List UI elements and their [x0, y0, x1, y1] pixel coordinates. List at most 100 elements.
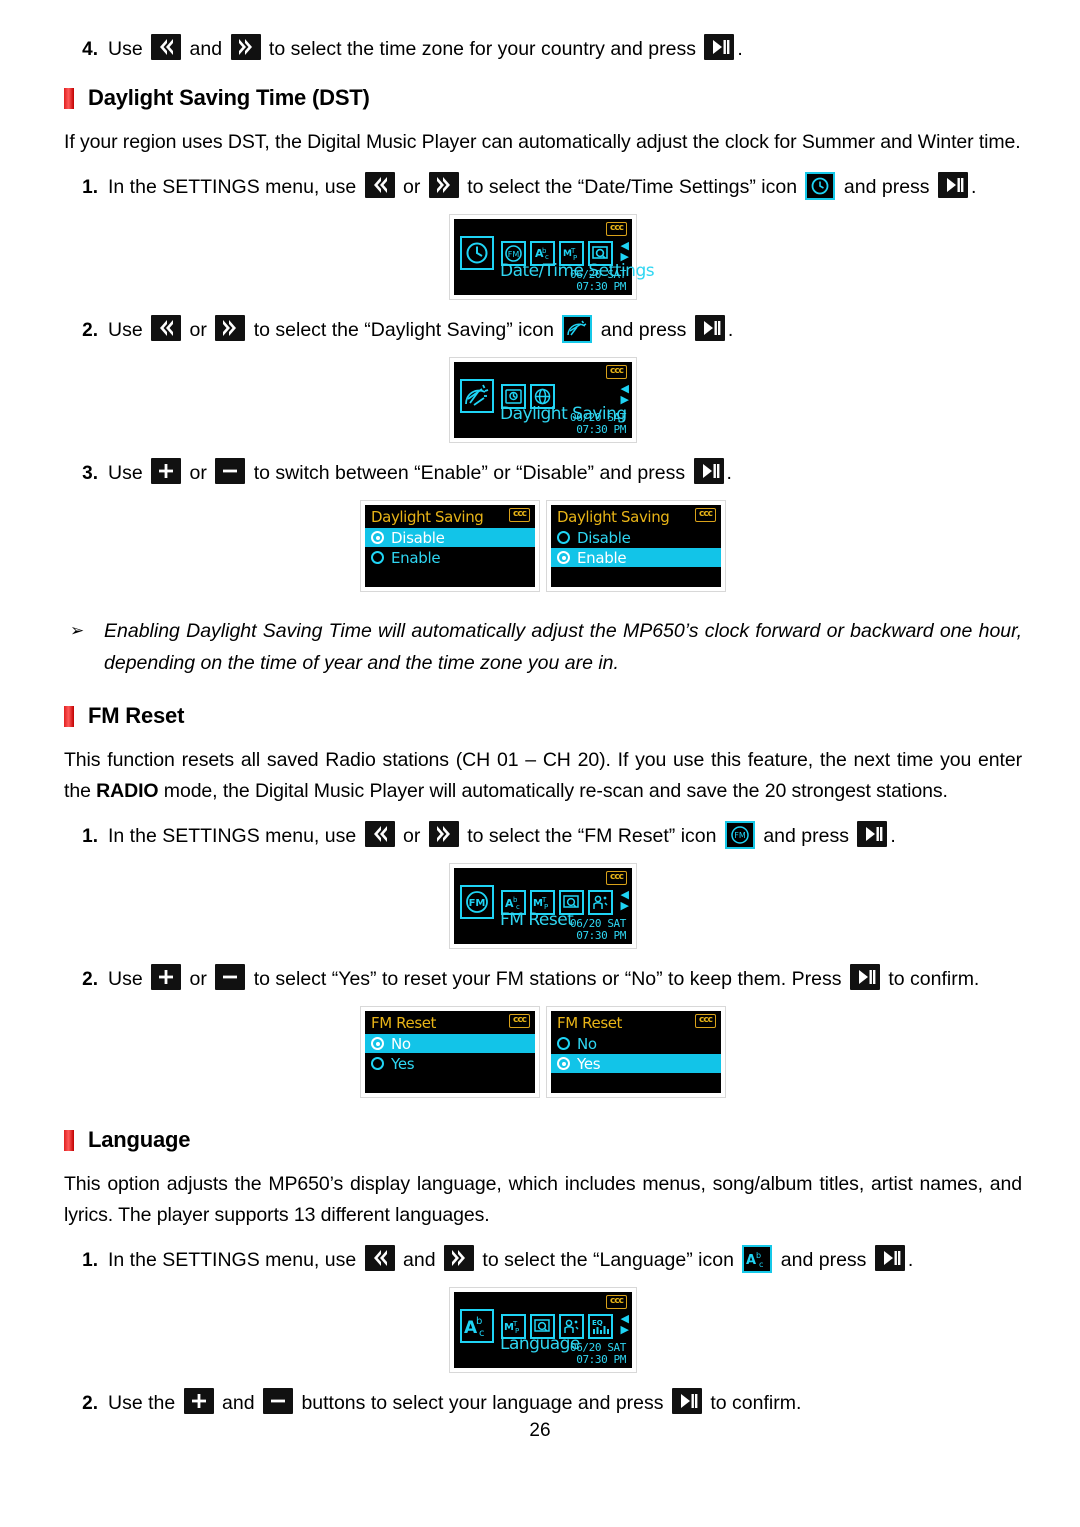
step-text: Use and to select the time zone for your… — [108, 34, 1022, 65]
cc-badge-icon: ccc — [695, 1014, 716, 1028]
step-text-part: Use — [108, 319, 143, 341]
step-number: 1. — [82, 177, 98, 198]
heading-daylight-saving: Daylight Saving Time (DST) — [64, 85, 1022, 111]
menu-datetime: 06/20 SAT 07:30 PM — [570, 412, 626, 436]
play-pause-icon — [694, 315, 725, 341]
list-item-label: No — [391, 1034, 411, 1053]
lcd-screen-language-menu: ccc Abc MTP EQ ◀ ▶ Language 06/20 SAT 07… — [449, 1287, 637, 1373]
lcd-title: Daylight Saving — [557, 508, 670, 526]
step-text-part: In the SETTINGS menu, use — [108, 825, 357, 847]
list-item-yes[interactable]: Yes — [551, 1054, 721, 1073]
paragraph-bold-radio: RADIO — [96, 780, 159, 802]
step-text-part: . — [726, 462, 732, 484]
radio-icon — [557, 1037, 570, 1050]
menu-time: 07:30 PM — [576, 929, 626, 942]
fm-icon: FM — [460, 885, 494, 919]
step-text: In the SETTINGS menu, use or to select t… — [108, 172, 1022, 203]
fm-icon: FM — [724, 821, 755, 849]
cc-badge-icon: ccc — [606, 365, 627, 379]
step-text-part: to confirm. — [888, 968, 980, 990]
paragraph-fm-reset-intro: This function resets all saved Radio sta… — [64, 745, 1022, 807]
list-item-enable[interactable]: Enable — [551, 548, 721, 567]
list-item-label: Yes — [391, 1054, 415, 1073]
svg-text:c: c — [759, 1260, 763, 1269]
step-text-part: to select the “FM Reset” icon — [467, 825, 717, 847]
step-text-part: to select the “Date/Time Settings” icon — [467, 176, 798, 198]
list-item-no[interactable]: No — [551, 1034, 721, 1053]
step-text-part: and press — [600, 319, 687, 341]
step-text-part: . — [907, 1249, 914, 1271]
step-text-part: . — [970, 176, 977, 198]
heading-text: Daylight Saving Time (DST) — [88, 85, 370, 110]
scroll-arrows-icon: ◀ ▶ — [620, 1313, 629, 1336]
svg-text:FM: FM — [469, 898, 486, 909]
red-bullet-icon — [64, 705, 74, 727]
paragraph-dst-intro: If your region uses DST, the Digital Mus… — [64, 131, 1021, 153]
step-text-part: to select the time zone for your country… — [268, 38, 696, 60]
step-text-part: Use the — [108, 1392, 176, 1414]
list-item-label: Yes — [577, 1054, 601, 1073]
radio-icon — [557, 531, 570, 544]
step-text-part: or — [189, 462, 207, 484]
list-item-no[interactable]: No — [365, 1034, 535, 1053]
svg-text:b: b — [756, 1251, 761, 1260]
scroll-arrows-icon: ◀ ▶ — [620, 240, 629, 263]
cc-badge-icon: ccc — [695, 508, 716, 522]
step-text-part: and press — [780, 1249, 867, 1271]
list-item-disable[interactable]: Disable — [551, 528, 721, 547]
rewind-icon — [364, 172, 395, 198]
step-timezone: 4. Use and to select the time zone for y… — [64, 34, 1022, 65]
list-item-label: No — [577, 1034, 597, 1053]
step-text-part: to confirm. — [710, 1392, 802, 1414]
menu-datetime: 06/20 SAT 07:30 PM — [570, 1342, 626, 1366]
abc-icon: Abc — [460, 1309, 494, 1343]
fast-forward-icon — [428, 172, 459, 198]
list-item-enable[interactable]: Enable — [365, 548, 535, 567]
step-text: Use or to select the “Daylight Saving” i… — [108, 315, 1022, 346]
eq-icon: EQ — [588, 1313, 613, 1339]
step-text-part: to select the “Language” icon — [482, 1249, 734, 1271]
radio-selected-icon — [557, 551, 570, 564]
play-pause-icon — [874, 1245, 905, 1271]
list-item-yes[interactable]: Yes — [365, 1054, 535, 1073]
heading-language: Language — [64, 1127, 1022, 1153]
step-language-2: 2. Use the and buttons to select your la… — [64, 1388, 1022, 1419]
step-text-part: Use — [108, 38, 143, 60]
lcd-screen-datetime-settings: ccc FM Abc MTP ◀ ▶ Date/Time Settings 06… — [449, 214, 655, 300]
cc-badge-icon: ccc — [509, 1014, 530, 1028]
menu-label: FM Reset — [500, 910, 574, 930]
step-language-1: 1. In the SETTINGS menu, use and to sele… — [64, 1245, 1022, 1276]
scroll-arrows-icon: ◀ ▶ — [620, 383, 629, 406]
step-number: 1. — [82, 1250, 98, 1271]
manual-page: 4. Use and to select the time zone for y… — [0, 0, 1080, 1527]
page-content: 4. Use and to select the time zone for y… — [64, 34, 1022, 1419]
lcd-screen-fm-reset-yes: FM Reset ccc No Yes — [546, 1006, 726, 1098]
daylight-saving-icon — [562, 315, 593, 343]
plus-icon — [183, 1388, 214, 1414]
radio-selected-icon — [557, 1057, 570, 1070]
plus-icon — [151, 964, 182, 990]
step-text-part: and — [222, 1392, 255, 1414]
radio-selected-icon — [371, 1037, 384, 1050]
step-text-part: In the SETTINGS menu, use — [108, 176, 357, 198]
step-text: Use or to select “Yes” to reset your FM … — [108, 964, 1022, 995]
clock-icon — [460, 236, 494, 270]
play-pause-icon — [693, 458, 724, 484]
minus-icon — [215, 458, 246, 484]
note-text: Enabling Daylight Saving Time will autom… — [104, 620, 1022, 674]
fast-forward-icon — [444, 1245, 474, 1271]
svg-text:A: A — [746, 1253, 756, 1268]
step-text-part: . — [737, 38, 743, 60]
list-item-disable[interactable]: Disable — [365, 528, 535, 547]
step-number: 2. — [82, 969, 98, 990]
step-text: In the SETTINGS menu, use or to select t… — [108, 821, 1022, 852]
step-text-part: buttons to select your language and pres… — [301, 1392, 664, 1414]
daylight-saving-icon — [460, 379, 494, 413]
step-text-part: and press — [763, 825, 849, 847]
step-number: 2. — [82, 1393, 98, 1414]
red-bullet-icon — [64, 1129, 74, 1151]
list-item-label: Enable — [577, 548, 627, 567]
lcd-title: FM Reset — [371, 1014, 437, 1032]
step-text-part: to select the “Daylight Saving” icon — [253, 319, 554, 341]
lcd-screen-fm-reset-no: FM Reset ccc No Yes — [360, 1006, 540, 1098]
